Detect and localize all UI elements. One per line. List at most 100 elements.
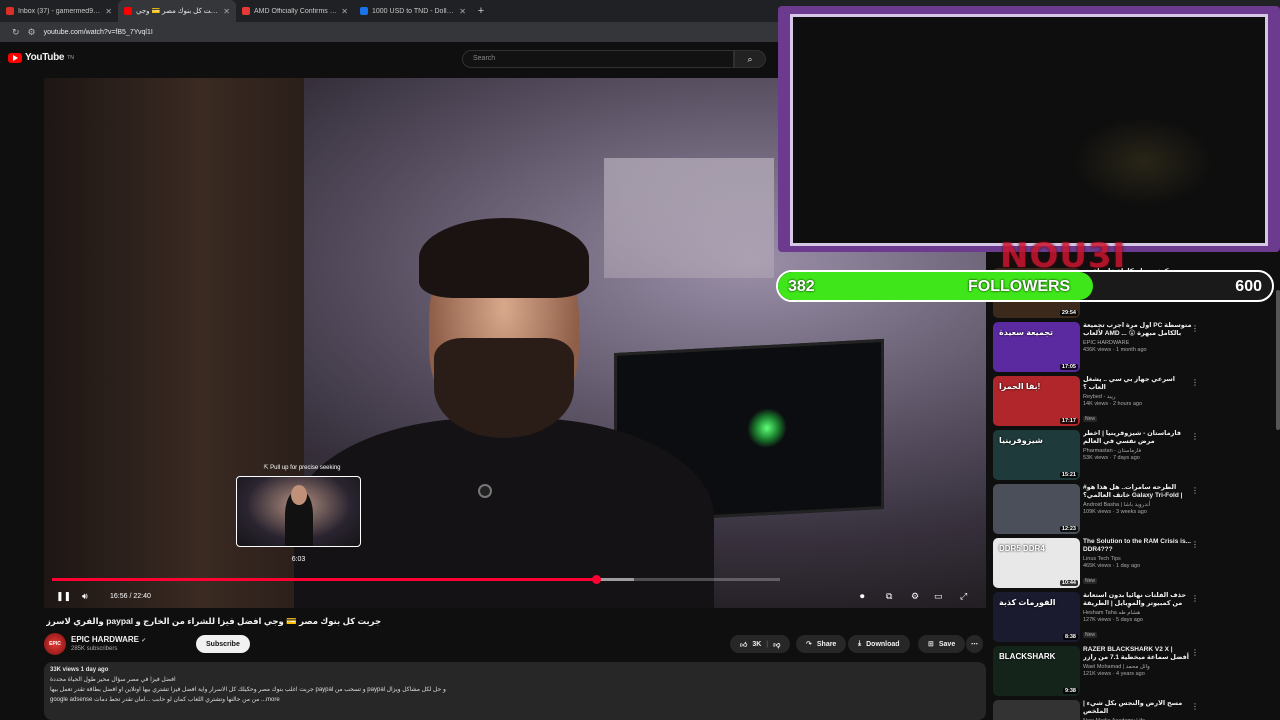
recommended-channel-name[interactable]: Pharmastan - فارماستان (1083, 448, 1193, 454)
tab-close-icon[interactable]: ✕ (341, 7, 348, 16)
tab-favicon-icon (124, 7, 132, 15)
captions-icon[interactable]: ⧉ (886, 591, 892, 602)
reload-icon[interactable]: ↻ (12, 27, 20, 38)
pause-icon[interactable]: ❚❚ (56, 591, 71, 602)
video-thumbnail[interactable]: تجميعة سعيدة 17:05 (993, 322, 1080, 372)
channel-name[interactable]: EPIC HARDWARE ✔ (71, 635, 146, 644)
recommended-channel-name[interactable]: Reybed - ريبد (1083, 394, 1193, 400)
video-thumbnail[interactable]: شيزوفرينيا 15:21 (993, 430, 1080, 480)
recommended-video-title[interactable]: The Solution to the RAM Crisis is... DDR… (1083, 538, 1193, 554)
recommended-video-views: 109K views · 3 weeks ago (1083, 509, 1147, 515)
more-options-icon[interactable]: ⋮ (1191, 540, 1199, 549)
progress-bar[interactable] (52, 575, 780, 584)
webcam-frame (778, 6, 1280, 252)
recommended-video-title[interactable]: حذف الفلتات نهائياً بدون استعانة من كمبي… (1083, 592, 1193, 608)
subscribe-button[interactable]: Subscribe (196, 635, 250, 653)
browser-tab[interactable]: Inbox (37) - gamermed97@gm ✕ (0, 0, 118, 22)
browser-tab[interactable]: AMD Officially Confirms Ryzen ✕ (236, 0, 354, 22)
like-count: 3K (752, 640, 762, 648)
site-info-icon[interactable]: ⚙ (28, 27, 36, 38)
progress-scrubber[interactable] (591, 575, 601, 584)
fullscreen-icon[interactable]: ⤢ (960, 591, 967, 602)
recommended-video-views: 14K views · 2 hours ago (1083, 401, 1143, 407)
channel-avatar[interactable]: EPIC (44, 633, 66, 655)
more-options-icon[interactable]: ⋮ (1191, 324, 1199, 333)
recommended-video-title[interactable]: RAZER BLACKSHARK V2 X | أفضل سماعة ميخطي… (1083, 646, 1193, 662)
recommended-channel-name[interactable]: Android Basha | أندرويد باشا (1083, 502, 1193, 508)
recommended-channel-name[interactable]: Wael Mohamad | وائل محمد (1083, 664, 1193, 670)
like-button[interactable]: 👍︎ 3K | 👎︎ (730, 635, 791, 653)
video-title: والفري لاسرز paypal جربت كل بنوك مصر 💳 و… (46, 616, 382, 626)
video-duration: 29:54 (1059, 310, 1078, 316)
subscriber-count: 285K subscribers (71, 646, 118, 652)
recommended-video[interactable]: تجميعة سعيدة 17:05 أول مرة أجرب تجميعة PC … (993, 322, 1273, 374)
more-options-icon[interactable]: ⋮ (1191, 378, 1199, 387)
thumbs-down-icon[interactable]: 👎︎ (773, 640, 780, 649)
thumbnail-text: شيزوفرينيا (999, 436, 1043, 445)
thumbnail-text: BLACKSHARK (999, 652, 1056, 661)
tab-title: 1000 USD to TND - Dollars an (372, 7, 456, 15)
video-thumbnail[interactable]: الفورمات كذبة 8:38 (993, 592, 1080, 642)
bookmark-icon: ⊞ (928, 641, 934, 648)
recommended-video[interactable]: DDR5 DDR4 10:44 The Solution to the RAM Cr… (993, 538, 1273, 590)
download-button[interactable]: ⤓ Download (848, 635, 910, 653)
new-badge: New (1083, 416, 1098, 422)
thumbs-up-icon: 👍︎ (740, 641, 748, 649)
save-button[interactable]: ⊞ Save (918, 635, 966, 653)
recommended-video[interactable]: مسح الأرض والنجس بكل شيء | الملخصNew Med… (993, 700, 1273, 720)
recommended-video[interactable]: 12:23 #الطرحه سامرات.. هل هذا هو خاتف الع… (993, 484, 1273, 536)
share-button[interactable]: ↷ Share (796, 635, 847, 653)
more-options-icon[interactable]: ⋮ (1191, 702, 1199, 711)
settings-gear-icon[interactable]: ⚙ (911, 591, 919, 602)
recommended-video[interactable]: شيزوفرينيا 15:21 فارماستان - شيزوفرينيا | … (993, 430, 1273, 482)
lapel-mic (478, 484, 492, 498)
recommended-video[interactable]: BLACKSHARK 9:38 RAZER BLACKSHARK V2 X | أف… (993, 646, 1273, 698)
description-line: google adsense من من حالتها وتشتري اللعا… (50, 697, 280, 703)
recommended-video[interactable]: الفورمات كذبة 8:38 حذف الفلتات نهائياً بدو… (993, 592, 1273, 644)
recommended-video-views: 436K views · 1 month ago (1083, 347, 1147, 353)
recommended-channel-name[interactable]: EPIC HARDWARE (1083, 340, 1193, 346)
sidebar-scrollbar[interactable] (1276, 290, 1280, 430)
seek-hint: ⇱ Pull up for precise seeking (263, 465, 341, 471)
recommended-channel-name[interactable]: Linus Tech Tips (1083, 556, 1193, 562)
video-thumbnail[interactable]: DDR5 DDR4 10:44 (993, 538, 1080, 588)
video-duration: 10:44 (1059, 580, 1078, 586)
recommended-video-info: مسح الأرض والنجس بكل شيء | الملخصNew Med… (1083, 700, 1193, 720)
video-thumbnail[interactable]: 12:23 (993, 484, 1080, 534)
recommended-video-title[interactable]: أول مرة أجرب تجميعة PC متوسطة لألعاب AMD… (1083, 322, 1193, 338)
search-button[interactable]: ⌕ (734, 50, 766, 68)
more-options-icon[interactable]: ⋮ (1191, 594, 1199, 603)
browser-tab[interactable]: 1000 USD to TND - Dollars an✕ (354, 0, 472, 22)
recommended-video-info: فارماستان - شيزوفرينيا | أخطر مرض نفسي ف… (1083, 430, 1193, 461)
recommended-video-title[interactable]: مسح الأرض والنجس بكل شيء | الملخص (1083, 700, 1193, 716)
video-thumbnail[interactable]: بفا الحمرا! 17:17 (993, 376, 1080, 426)
new-tab-button[interactable]: + (472, 5, 490, 17)
browser-tab[interactable]: جربت كل بنوك مصر 💳 وجي ✕ (118, 0, 236, 22)
recommended-video-title[interactable]: #الطرحه سامرات.. هل هذا هو خاتف العالمي؟… (1083, 484, 1193, 500)
miniplayer-icon[interactable]: ▭ (934, 591, 943, 602)
more-actions-button[interactable]: ⋯ (966, 635, 983, 653)
more-options-icon[interactable]: ⋮ (1191, 648, 1199, 657)
followers-label: FOLLOWERS (968, 278, 1071, 295)
autoplay-toggle-icon[interactable]: ⏺ (860, 591, 865, 602)
recommended-channel-name[interactable]: Hesham Taha هشام طه (1083, 610, 1193, 616)
video-thumbnail[interactable]: BLACKSHARK 9:38 (993, 646, 1080, 696)
logo-region: TN (67, 54, 74, 61)
more-options-icon[interactable]: ⋮ (1191, 432, 1199, 441)
recommended-video-title[interactable]: فارماستان - شيزوفرينيا | أخطر مرض نفسي ف… (1083, 430, 1193, 446)
logo-text: YouTube (25, 52, 65, 63)
recommended-video-title[interactable]: اسرعي جهاز بي سي .. يشغل العاب ؟ (1083, 376, 1193, 392)
youtube-logo[interactable]: YouTube TN (8, 52, 74, 63)
video-duration: 15:21 (1059, 472, 1078, 478)
search-input[interactable]: Search (462, 50, 734, 68)
video-thumbnail[interactable] (993, 700, 1080, 720)
tab-close-icon[interactable]: ✕ (459, 7, 466, 16)
tab-close-icon[interactable]: ✕ (105, 7, 112, 16)
player-controls: ❚❚ 🔊︎ 16:56 / 22:40 ⏺ ⧉ ⚙ ▭ ⤢ (44, 586, 986, 606)
recommended-video[interactable]: بفا الحمرا! 17:17 اسرعي جهاز بي سي .. يشغل… (993, 376, 1273, 428)
url-text[interactable]: youtube.com/watch?v=fB5_7Yvql1I (44, 29, 153, 36)
description-box[interactable]: 33K views 1 day ago افضل فيزا في مصر سؤا… (44, 662, 986, 720)
more-options-icon[interactable]: ⋮ (1191, 486, 1199, 495)
volume-icon[interactable]: 🔊︎ (82, 591, 88, 602)
tab-close-icon[interactable]: ✕ (223, 7, 230, 16)
